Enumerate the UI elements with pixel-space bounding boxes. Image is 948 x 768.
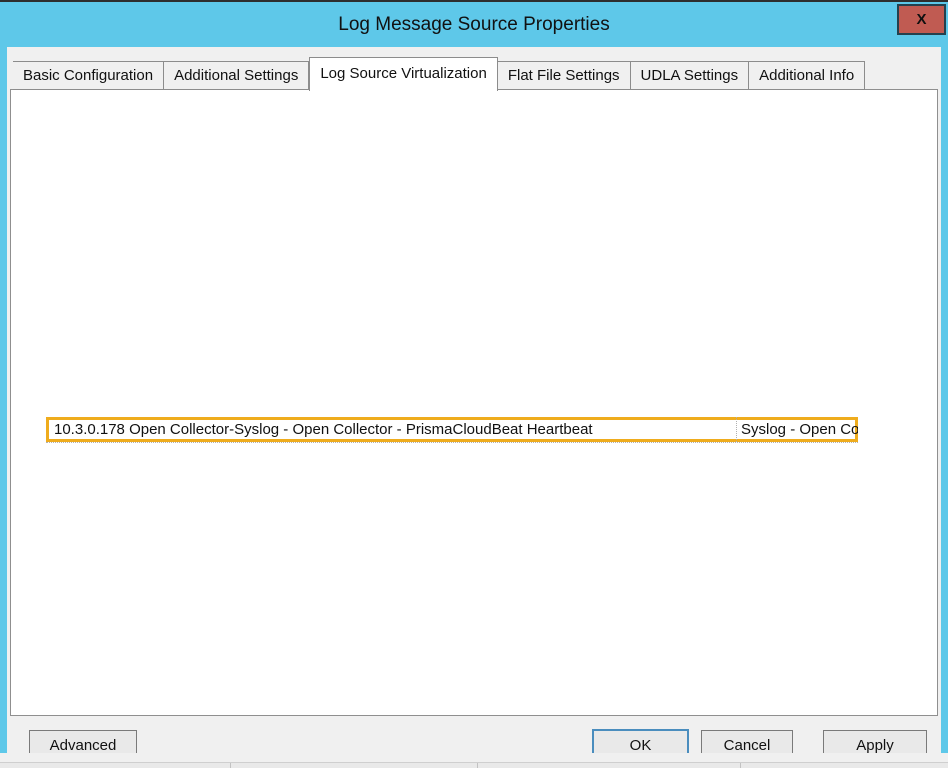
screen: Log Message Source Properties X Basic Co… <box>0 0 948 768</box>
tab[interactable]: Additional Info <box>749 61 865 90</box>
tab[interactable]: Flat File Settings <box>498 61 631 90</box>
row-name-cell: 10.3.0.178 Open Collector-Syslog - Open … <box>46 417 736 442</box>
window-title: Log Message Source Properties <box>0 2 948 47</box>
tab[interactable]: UDLA Settings <box>631 61 750 90</box>
tab[interactable]: Basic Configuration <box>13 61 164 90</box>
table-row[interactable]: 10.3.0.178 Open Collector-Syslog - Open … <box>34 417 858 443</box>
close-icon: X <box>916 11 926 28</box>
dialog-bottom-edge <box>0 753 948 762</box>
row-content: 10.3.0.178 Open Collector-Syslog - Open … <box>46 417 858 443</box>
background-window-strip <box>0 762 948 768</box>
window-titlebar[interactable]: Log Message Source Properties X <box>0 0 948 47</box>
tab[interactable]: Log Source Virtualization <box>309 57 498 91</box>
tab-strip: Basic Configuration Additional Settings … <box>13 57 865 91</box>
row-type-cell: Syslog - Open Collector <box>736 417 858 442</box>
tab[interactable]: Additional Settings <box>164 61 309 90</box>
close-button[interactable]: X <box>897 4 946 35</box>
taskbar-divider <box>477 763 478 768</box>
tab-content-panel <box>10 89 938 716</box>
taskbar-divider <box>230 763 231 768</box>
taskbar-divider <box>740 763 741 768</box>
